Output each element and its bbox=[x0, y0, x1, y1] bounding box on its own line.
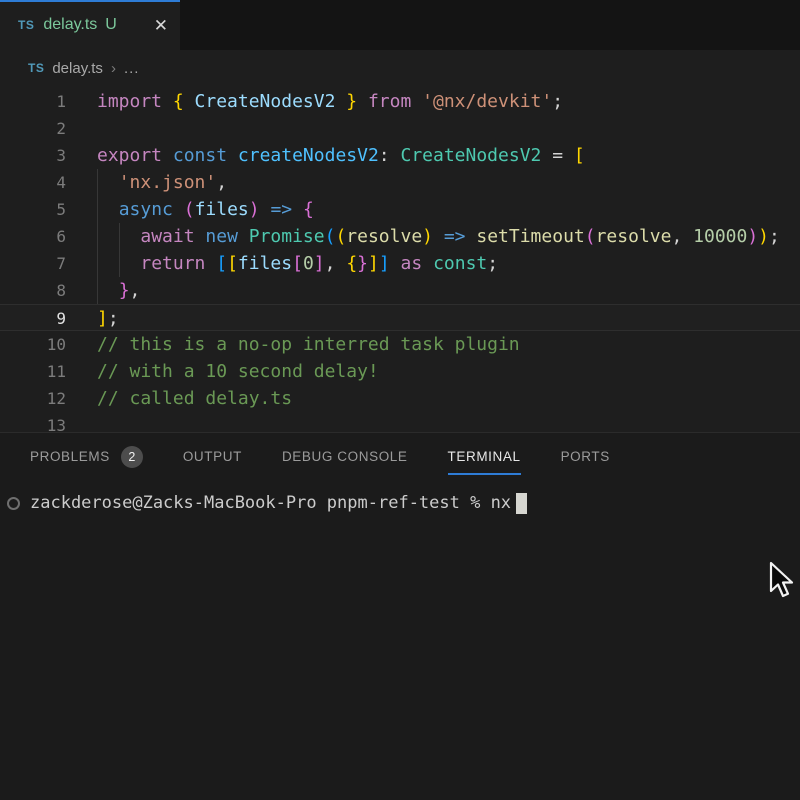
panel-tab-ports[interactable]: PORTS bbox=[561, 433, 610, 480]
line-number: 3 bbox=[0, 142, 66, 169]
code-line[interactable]: 6 await new Promise((resolve) => setTime… bbox=[0, 223, 800, 250]
code-editor[interactable]: 1import { CreateNodesV2 } from '@nx/devk… bbox=[0, 86, 800, 432]
code-line[interactable]: 11// with a 10 second delay! bbox=[0, 358, 800, 385]
panel-tab-terminal[interactable]: TERMINAL bbox=[448, 433, 521, 480]
line-number: 8 bbox=[0, 277, 66, 304]
terminal-cursor bbox=[516, 493, 527, 514]
panel-tab-label: OUTPUT bbox=[183, 449, 242, 464]
indent-guide bbox=[119, 223, 120, 250]
panel-tab-label: PORTS bbox=[561, 449, 610, 464]
command-decoration-icon bbox=[7, 497, 20, 510]
line-number: 12 bbox=[0, 385, 66, 412]
code-line-content: export const createNodesV2: CreateNodesV… bbox=[66, 142, 585, 169]
code-line-content: }, bbox=[66, 277, 140, 304]
tab-delay-ts[interactable]: TS delay.ts U ✕ bbox=[0, 0, 180, 50]
code-line[interactable]: 10// this is a no-op interred task plugi… bbox=[0, 331, 800, 358]
indent-guide bbox=[97, 277, 98, 304]
line-number: 9 bbox=[0, 305, 66, 330]
terminal-prompt: zackderose@Zacks-MacBook-Pro pnpm-ref-te… bbox=[30, 493, 511, 513]
breadcrumb-file[interactable]: delay.ts bbox=[52, 60, 103, 77]
git-untracked-badge: U bbox=[105, 16, 117, 34]
problems-count-badge: 2 bbox=[121, 446, 143, 468]
chevron-right-icon: › bbox=[111, 60, 116, 77]
typescript-file-icon: TS bbox=[18, 18, 34, 32]
terminal-command-row[interactable]: zackderose@Zacks-MacBook-Pro pnpm-ref-te… bbox=[0, 490, 800, 516]
panel-tab-problems[interactable]: PROBLEMS 2 bbox=[30, 433, 143, 480]
breadcrumb-symbol-more[interactable]: ... bbox=[124, 60, 140, 77]
line-number: 4 bbox=[0, 169, 66, 196]
code-line-content: return [[files[0], {}]] as const; bbox=[66, 250, 498, 277]
indent-guide bbox=[97, 169, 98, 196]
code-line-content: // with a 10 second delay! bbox=[66, 358, 379, 385]
code-line-content: // this is a no-op interred task plugin bbox=[66, 331, 520, 358]
code-line[interactable]: 2 bbox=[0, 115, 800, 142]
code-line[interactable]: 8 }, bbox=[0, 277, 800, 304]
panel-tab-label: TERMINAL bbox=[448, 449, 521, 464]
code-line-content: async (files) => { bbox=[66, 196, 314, 223]
terminal[interactable]: zackderose@Zacks-MacBook-Pro pnpm-ref-te… bbox=[0, 480, 800, 800]
code-line-content: ]; bbox=[66, 305, 119, 330]
code-line-content: await new Promise((resolve) => setTimeou… bbox=[66, 223, 780, 250]
line-number: 7 bbox=[0, 250, 66, 277]
indent-guide bbox=[119, 250, 120, 277]
code-line[interactable]: 4 'nx.json', bbox=[0, 169, 800, 196]
code-line-content bbox=[66, 115, 97, 142]
editor-tab-bar: TS delay.ts U ✕ bbox=[0, 0, 800, 50]
bottom-panel: PROBLEMS 2 OUTPUT DEBUG CONSOLE TERMINAL PORT… bbox=[0, 432, 800, 800]
breadcrumb[interactable]: TS delay.ts › ... bbox=[0, 50, 800, 86]
typescript-file-icon: TS bbox=[28, 61, 44, 75]
code-line-content: // called delay.ts bbox=[66, 385, 292, 412]
code-line[interactable]: 12// called delay.ts bbox=[0, 385, 800, 412]
line-number: 6 bbox=[0, 223, 66, 250]
indent-guide bbox=[97, 196, 98, 223]
code-line[interactable]: 1import { CreateNodesV2 } from '@nx/devk… bbox=[0, 88, 800, 115]
line-number: 10 bbox=[0, 331, 66, 358]
code-line[interactable]: 9]; bbox=[0, 304, 800, 331]
panel-tab-label: PROBLEMS bbox=[30, 449, 110, 464]
close-icon[interactable]: ✕ bbox=[154, 17, 168, 34]
panel-tab-label: DEBUG CONSOLE bbox=[282, 449, 408, 464]
tab-filename: delay.ts bbox=[43, 16, 97, 34]
line-number: 2 bbox=[0, 115, 66, 142]
indent-guide bbox=[97, 250, 98, 277]
indent-guide bbox=[97, 223, 98, 250]
code-line-content: 'nx.json', bbox=[66, 169, 227, 196]
panel-tab-output[interactable]: OUTPUT bbox=[183, 433, 242, 480]
code-line-content: import { CreateNodesV2 } from '@nx/devki… bbox=[66, 88, 563, 115]
line-number: 5 bbox=[0, 196, 66, 223]
code-line[interactable]: 5 async (files) => { bbox=[0, 196, 800, 223]
panel-tab-bar: PROBLEMS 2 OUTPUT DEBUG CONSOLE TERMINAL PORT… bbox=[0, 433, 800, 480]
code-line[interactable]: 3export const createNodesV2: CreateNodes… bbox=[0, 142, 800, 169]
code-line[interactable]: 7 return [[files[0], {}]] as const; bbox=[0, 250, 800, 277]
line-number: 11 bbox=[0, 358, 66, 385]
panel-tab-debug-console[interactable]: DEBUG CONSOLE bbox=[282, 433, 408, 480]
line-number: 1 bbox=[0, 88, 66, 115]
